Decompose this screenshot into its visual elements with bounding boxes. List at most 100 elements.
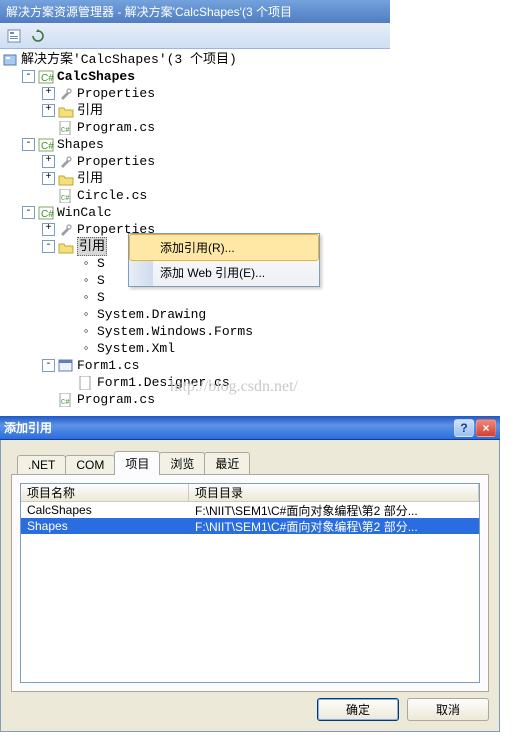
tree-project-shapes[interactable]: - C# Shapes	[2, 136, 390, 153]
menu-add-reference[interactable]: 添加引用(R)...	[129, 234, 319, 261]
listview-row[interactable]: Shapes F:\NIIT\SEM1\C#面向对象编程\第2 部分...	[21, 518, 479, 534]
expand-icon[interactable]: +	[42, 87, 55, 100]
tree-item-file[interactable]: C# Program.cs	[2, 119, 390, 136]
tree-item-label: S	[97, 255, 105, 272]
csharp-project-icon: C#	[38, 206, 54, 220]
tree-item-label: Program.cs	[77, 391, 155, 408]
reference-icon: ◦	[78, 274, 94, 288]
tree-item-label: Circle.cs	[77, 187, 147, 204]
tree-item-label: CalcShapes	[57, 68, 135, 85]
expand-icon[interactable]: +	[42, 155, 55, 168]
help-button[interactable]: ?	[454, 419, 474, 437]
tree-item-references[interactable]: + 引用	[2, 102, 390, 119]
tree-item-label: Properties	[77, 85, 155, 102]
svg-text:C#: C#	[61, 195, 69, 203]
solution-explorer-title: 解决方案资源管理器 - 解决方案'CalcShapes'(3 个项目	[0, 0, 390, 23]
listview-cell: Shapes	[21, 519, 189, 533]
tree-item-file[interactable]: Form1.Designer.cs	[2, 374, 390, 391]
reference-icon: ◦	[78, 257, 94, 271]
listview-header: 项目名称 项目目录	[21, 484, 479, 502]
tree-item-label: 引用	[77, 170, 103, 187]
tree-item-file[interactable]: C# Circle.cs	[2, 187, 390, 204]
refresh-icon[interactable]	[28, 26, 48, 46]
column-project-name[interactable]: 项目名称	[21, 484, 189, 501]
tree-solution-root[interactable]: 解决方案'CalcShapes'(3 个项目)	[2, 51, 390, 68]
cs-file-icon	[78, 376, 94, 390]
collapse-icon[interactable]: -	[22, 206, 35, 219]
solution-icon	[2, 53, 18, 67]
collapse-icon[interactable]: -	[22, 138, 35, 151]
svg-text:C#: C#	[41, 73, 54, 84]
csharp-project-icon: C#	[38, 70, 54, 84]
wrench-icon	[58, 223, 74, 237]
tree-item-label: Program.cs	[77, 119, 155, 136]
ok-button[interactable]: 确定	[317, 698, 399, 721]
tree-item-label: System.Xml	[97, 340, 175, 357]
tree-reference-item[interactable]: ◦S	[2, 289, 390, 306]
tree-item-properties[interactable]: + Properties	[2, 85, 390, 102]
wrench-icon	[58, 155, 74, 169]
tree-reference-item[interactable]: ◦System.Drawing	[2, 306, 390, 323]
tree-reference-item[interactable]: ◦System.Xml	[2, 340, 390, 357]
solution-explorer-toolbar	[0, 23, 390, 49]
tree-project-wincalc[interactable]: - C# WinCalc	[2, 204, 390, 221]
tree-item-label: S	[97, 289, 105, 306]
menu-item-label: 添加 Web 引用(E)...	[160, 264, 265, 281]
tabstrip: .NET COM 项目 浏览 最近	[17, 454, 489, 474]
tree-item-label: System.Drawing	[97, 306, 206, 323]
cs-file-icon: C#	[58, 189, 74, 203]
project-listview[interactable]: 项目名称 项目目录 CalcShapes F:\NIIT\SEM1\C#面向对象…	[20, 483, 480, 683]
references-folder-icon	[58, 104, 74, 118]
menu-item-label: 添加引用(R)...	[160, 239, 235, 256]
listview-cell: CalcShapes	[21, 503, 189, 517]
references-folder-icon	[58, 172, 74, 186]
tab-recent[interactable]: 最近	[204, 452, 250, 474]
collapse-icon[interactable]: -	[42, 359, 55, 372]
tree-item-label: Form1.Designer.cs	[97, 374, 230, 391]
expand-icon[interactable]: +	[42, 104, 55, 117]
tree-project-calcshapes[interactable]: - C# CalcShapes	[2, 68, 390, 85]
tree-item-form1[interactable]: - Form1.cs	[2, 357, 390, 374]
collapse-icon[interactable]: -	[22, 70, 35, 83]
add-reference-dialog: 添加引用 ? × .NET COM 项目 浏览 最近 项目名称 项目目录 Cal…	[0, 416, 500, 732]
tab-panel-project: 项目名称 项目目录 CalcShapes F:\NIIT\SEM1\C#面向对象…	[11, 474, 489, 692]
svg-text:C#: C#	[61, 127, 69, 135]
reference-icon: ◦	[78, 325, 94, 339]
wrench-icon	[58, 87, 74, 101]
svg-text:C#: C#	[41, 141, 54, 152]
listview-cell: F:\NIIT\SEM1\C#面向对象编程\第2 部分...	[189, 518, 479, 535]
tab-net[interactable]: .NET	[17, 455, 66, 474]
tree-reference-item[interactable]: ◦System.Windows.Forms	[2, 323, 390, 340]
csharp-project-icon: C#	[38, 138, 54, 152]
column-project-dir[interactable]: 项目目录	[189, 484, 479, 501]
tree-item-label: Shapes	[57, 136, 104, 153]
properties-icon[interactable]	[4, 26, 24, 46]
svg-text:C#: C#	[61, 399, 69, 407]
reference-icon: ◦	[78, 291, 94, 305]
form-icon	[58, 359, 74, 373]
tree-item-file[interactable]: C# Program.cs	[2, 391, 390, 408]
reference-icon: ◦	[78, 308, 94, 322]
tree-item-label: 解决方案'CalcShapes'(3 个项目)	[21, 51, 237, 68]
tab-browse[interactable]: 浏览	[159, 452, 205, 474]
solution-tree: 解决方案'CalcShapes'(3 个项目) - C# CalcShapes …	[0, 49, 390, 412]
tab-project[interactable]: 项目	[114, 451, 160, 475]
listview-cell: F:\NIIT\SEM1\C#面向对象编程\第2 部分...	[189, 502, 479, 519]
svg-text:C#: C#	[41, 209, 54, 220]
close-button[interactable]: ×	[476, 419, 496, 437]
tab-com[interactable]: COM	[65, 455, 115, 474]
listview-row[interactable]: CalcShapes F:\NIIT\SEM1\C#面向对象编程\第2 部分..…	[21, 502, 479, 518]
tree-item-label: 引用	[77, 102, 103, 119]
tree-item-references[interactable]: + 引用	[2, 170, 390, 187]
cancel-button[interactable]: 取消	[407, 698, 489, 721]
tree-item-properties[interactable]: + Properties	[2, 153, 390, 170]
tree-item-label: WinCalc	[57, 204, 112, 221]
dialog-title-text: 添加引用	[4, 419, 452, 436]
collapse-icon[interactable]: -	[42, 240, 55, 253]
menu-add-web-reference[interactable]: 添加 Web 引用(E)...	[130, 260, 318, 285]
context-menu: 添加引用(R)... 添加 Web 引用(E)...	[128, 233, 320, 287]
tree-item-label: Properties	[77, 153, 155, 170]
solution-explorer: 解决方案资源管理器 - 解决方案'CalcShapes'(3 个项目 解决方案'…	[0, 0, 390, 412]
expand-icon[interactable]: +	[42, 172, 55, 185]
expand-icon[interactable]: +	[42, 223, 55, 236]
